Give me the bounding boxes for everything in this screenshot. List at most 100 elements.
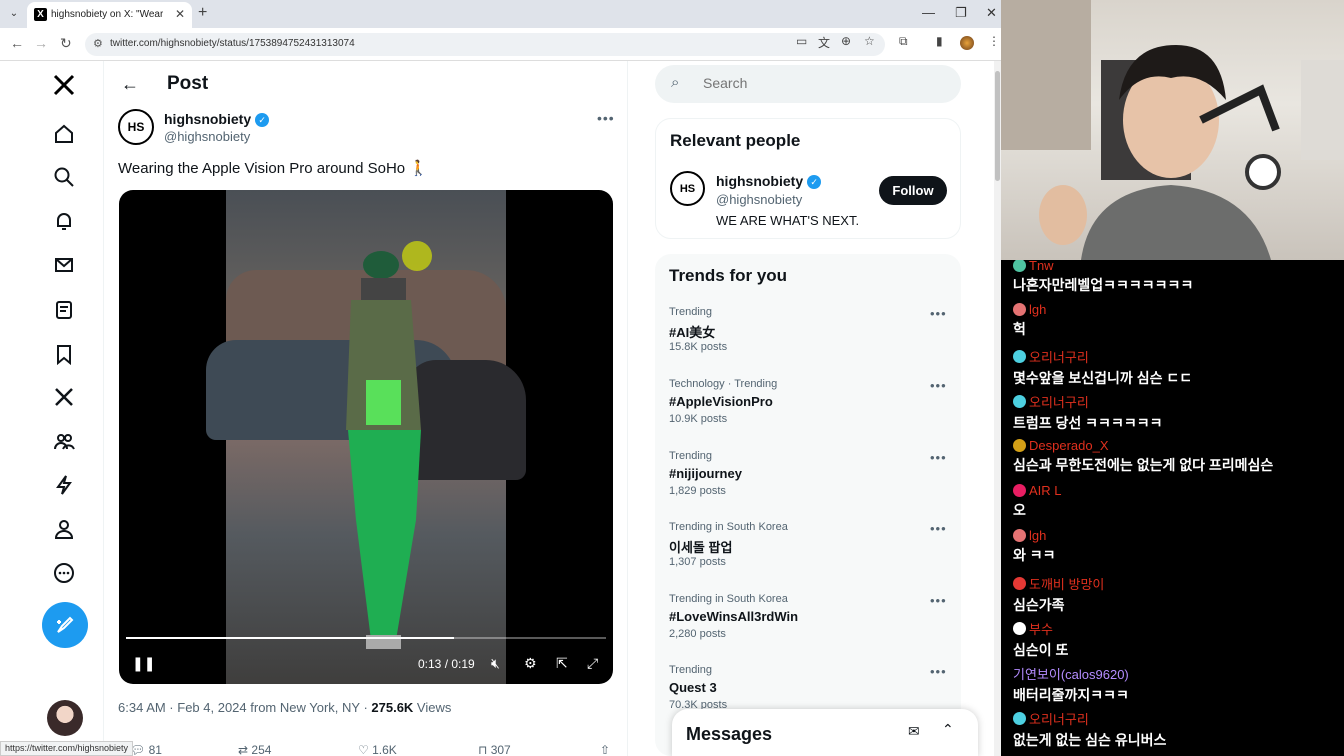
views-label: Views bbox=[413, 700, 452, 715]
like-button[interactable]: ♡ 1.6K bbox=[358, 743, 397, 756]
mute-icon[interactable]: 🔇︎ bbox=[491, 655, 500, 672]
trend-item[interactable]: Trending in South Korea #LoveWinsAll3rdW… bbox=[655, 593, 961, 665]
search-box[interactable]: ⌕ bbox=[655, 65, 961, 103]
x-logo-icon[interactable] bbox=[50, 71, 78, 99]
trend-context: Trending bbox=[669, 450, 713, 462]
chat-message: 오리너구리 몇수앞을 보신겁니까 심슨 ㄷㄷ bbox=[1013, 347, 1343, 388]
side-panel-icon[interactable]: ▮ bbox=[936, 34, 943, 48]
chat-username: lgh bbox=[1029, 528, 1047, 543]
account-avatar[interactable] bbox=[47, 700, 83, 736]
reply-button[interactable]: 💬︎ 81 bbox=[130, 743, 162, 756]
forward-icon[interactable]: → bbox=[34, 35, 48, 51]
scrollbar-thumb[interactable] bbox=[995, 71, 1000, 181]
status-url: https://twitter.com/highsnobiety bbox=[0, 741, 134, 756]
active-tab[interactable]: X highsnobiety on X: "Wearing t ✕ bbox=[27, 2, 192, 28]
video-frame bbox=[206, 190, 526, 684]
trend-context: Trending in South Korea bbox=[669, 521, 788, 533]
reload-icon[interactable]: ↻ bbox=[60, 35, 72, 52]
cast-icon[interactable]: ▭ bbox=[796, 34, 807, 48]
share-icon[interactable]: ⇧ bbox=[600, 743, 610, 756]
chat-message: Tnw 나혼자만레벨업ㅋㅋㅋㅋㅋㅋㅋ bbox=[1013, 260, 1343, 295]
chat-text: 심슨과 무한도전에는 없는게 없다 프리메심슨 bbox=[1013, 457, 1274, 473]
bookmark-star-icon[interactable]: ☆ bbox=[864, 34, 875, 48]
messages-drawer[interactable]: Messages ✉ ⌃ bbox=[672, 709, 978, 756]
maximize-icon[interactable]: ❐ bbox=[955, 5, 967, 21]
trend-item[interactable]: Trending #nijijourney 1,829 posts ••• bbox=[655, 450, 961, 522]
dock-video-icon[interactable]: ⇱ bbox=[556, 655, 568, 672]
trend-item[interactable]: Trending in South Korea 이세돌 팝업 1,307 pos… bbox=[655, 521, 961, 593]
chat-username: 오리너구리 bbox=[1029, 712, 1089, 727]
video-player[interactable]: ❚❚ 0:13 / 0:19 🔇︎ ⚙ ⇱ ⤢ bbox=[119, 190, 613, 684]
chat-text: 헉 bbox=[1013, 321, 1026, 337]
lightning-icon[interactable] bbox=[50, 471, 78, 499]
author-handle[interactable]: @highsnobiety bbox=[164, 129, 250, 144]
chat-message: 도깨비 방망이 심슨가족 bbox=[1013, 574, 1343, 615]
bookmarks-icon[interactable] bbox=[50, 340, 78, 368]
explore-icon[interactable] bbox=[50, 163, 78, 191]
pause-icon[interactable]: ❚❚ bbox=[132, 655, 155, 672]
user-badge-icon bbox=[1013, 260, 1026, 272]
repost-button[interactable]: ⇄ 254 bbox=[238, 743, 271, 756]
profile-icon[interactable] bbox=[50, 515, 78, 543]
trend-more-icon[interactable]: ••• bbox=[930, 593, 947, 608]
tab-search-icon[interactable]: ⌄ bbox=[6, 6, 22, 22]
more-options-icon[interactable]: ••• bbox=[597, 110, 615, 126]
trend-item[interactable]: Technology · Trending #AppleVisionPro 10… bbox=[655, 378, 961, 450]
trend-more-icon[interactable]: ••• bbox=[930, 664, 947, 679]
relevant-avatar[interactable]: HS bbox=[670, 171, 705, 206]
address-bar[interactable]: ⚙ twitter.com/highsnobiety/status/175389… bbox=[85, 33, 885, 56]
trend-more-icon[interactable]: ••• bbox=[930, 378, 947, 393]
back-arrow-icon[interactable]: ← bbox=[121, 74, 139, 95]
tweet-text: Wearing the Apple Vision Pro around SoHo… bbox=[118, 160, 428, 177]
expand-icon[interactable]: ⌃ bbox=[942, 721, 954, 738]
trend-item[interactable]: Trending #AI美女 15.8K posts ••• bbox=[655, 306, 961, 378]
close-tab-icon[interactable]: ✕ bbox=[175, 7, 185, 21]
chat-message: 오리너구리 없는게 없는 심슨 유니버스 bbox=[1013, 709, 1343, 750]
search-input[interactable] bbox=[703, 75, 943, 91]
trend-more-icon[interactable]: ••• bbox=[930, 450, 947, 465]
new-message-icon[interactable]: ✉ bbox=[908, 723, 920, 740]
trend-name: #AI美女 bbox=[669, 325, 716, 340]
relevant-handle[interactable]: @highsnobiety bbox=[716, 192, 802, 207]
messages-icon[interactable] bbox=[50, 251, 78, 279]
webcam-overlay bbox=[1001, 0, 1344, 260]
trend-more-icon[interactable]: ••• bbox=[930, 306, 947, 321]
window-close-icon[interactable]: ✕ bbox=[986, 5, 997, 21]
home-icon[interactable] bbox=[50, 120, 78, 148]
relevant-bio: WE ARE WHAT'S NEXT. bbox=[716, 213, 860, 228]
relevant-name[interactable]: highsnobiety ✓ bbox=[716, 173, 822, 190]
trend-more-icon[interactable]: ••• bbox=[930, 521, 947, 536]
extensions-icon[interactable]: ⧉ bbox=[899, 34, 908, 49]
profile-avatar[interactable] bbox=[960, 36, 974, 50]
author-name[interactable]: highsnobiety ✓ bbox=[164, 111, 270, 128]
communities-icon[interactable] bbox=[50, 427, 78, 455]
bookmark-button[interactable]: ⊓ 307 bbox=[478, 743, 511, 756]
browser-toolbar: ← → ↻ ⚙ twitter.com/highsnobiety/status/… bbox=[0, 28, 1001, 61]
back-icon[interactable]: ← bbox=[10, 35, 24, 51]
chat-text: 와 ㅋㅋ bbox=[1013, 547, 1056, 563]
compose-post-button[interactable] bbox=[42, 602, 88, 648]
chat-username: 부수 bbox=[1029, 622, 1053, 637]
author-name-text[interactable]: highsnobiety bbox=[164, 111, 251, 127]
more-circle-icon[interactable] bbox=[50, 559, 78, 587]
new-tab-icon[interactable]: + bbox=[198, 4, 207, 22]
minimize-icon[interactable]: — bbox=[922, 5, 935, 20]
search-icon: ⌕ bbox=[671, 74, 680, 91]
tweet-timestamp[interactable]: 6:34 AM · Feb 4, 2024 from New York, NY … bbox=[118, 700, 371, 715]
fullscreen-icon[interactable]: ⤢ bbox=[587, 655, 598, 672]
translate-icon[interactable]: 文 bbox=[818, 34, 830, 51]
premium-x-icon[interactable] bbox=[50, 383, 78, 411]
site-info-icon[interactable]: ⚙ bbox=[93, 37, 103, 50]
follow-button[interactable]: Follow bbox=[879, 176, 947, 205]
lists-icon[interactable] bbox=[50, 296, 78, 324]
browser-menu-icon[interactable]: ⋮ bbox=[988, 34, 1000, 48]
zoom-icon[interactable]: ⊕ bbox=[841, 34, 851, 48]
trend-name: 이세돌 팝업 bbox=[669, 540, 733, 555]
trend-count: 2,280 posts bbox=[669, 628, 726, 640]
page-scrollbar[interactable] bbox=[994, 61, 1001, 756]
relevant-name-text[interactable]: highsnobiety bbox=[716, 173, 803, 189]
author-avatar[interactable]: HS bbox=[118, 109, 154, 145]
settings-icon[interactable]: ⚙ bbox=[524, 655, 537, 672]
chat-username: 오리너구리 bbox=[1029, 350, 1089, 365]
notifications-icon[interactable] bbox=[50, 207, 78, 235]
